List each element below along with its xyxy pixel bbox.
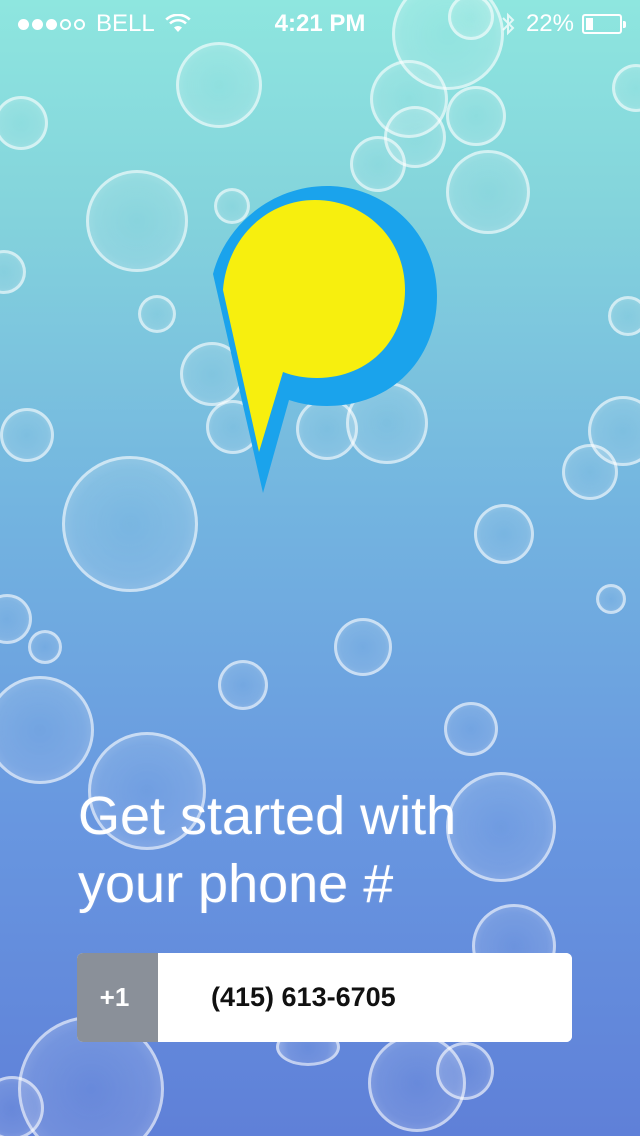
bubble [444,702,498,756]
bubble [608,296,640,336]
bubble [474,504,534,564]
bubble [0,250,26,294]
phone-entry: +1 [77,953,572,1042]
bubble [62,456,198,592]
bubble [138,295,176,333]
bubble [0,408,54,462]
bubble [176,42,262,128]
bubble [446,150,530,234]
status-right: 22% [500,10,626,38]
bubble [334,618,392,676]
bubble [0,594,32,644]
speech-bubble-logo-icon [213,186,437,493]
bubble [612,64,640,112]
phone-number-input[interactable] [158,953,572,1042]
bubble [446,86,506,146]
bubble [562,444,618,500]
country-code-button[interactable]: +1 [77,953,158,1042]
battery-icon [582,14,626,34]
bubble [436,1042,494,1100]
battery-fill [586,18,593,30]
bluetooth-icon [502,12,515,36]
headline-line-1: Get started with [78,786,457,846]
battery-cap [623,21,626,28]
bubble [0,96,48,150]
onboarding-screen: BELL 4:21 PM 22% Get started with your p… [0,0,640,1136]
bubble [596,584,626,614]
headline: Get started with your phone # [78,782,598,918]
bubble [0,676,94,784]
headline-line-2: your phone # [78,854,394,914]
bubble [218,660,268,710]
bubble [28,630,62,664]
battery-percent: 22% [525,10,574,37]
status-bar: BELL 4:21 PM 22% [0,0,640,46]
bubble [86,170,188,272]
